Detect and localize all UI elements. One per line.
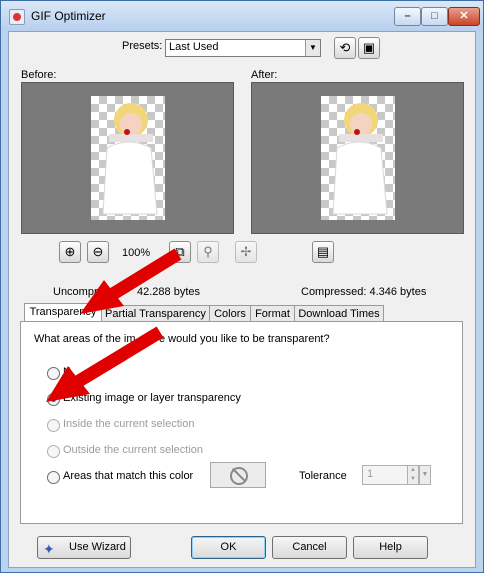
annotation-arrows <box>46 248 182 402</box>
red-arrow-radio-icon <box>46 326 164 402</box>
red-arrow-tab-icon <box>80 248 182 314</box>
